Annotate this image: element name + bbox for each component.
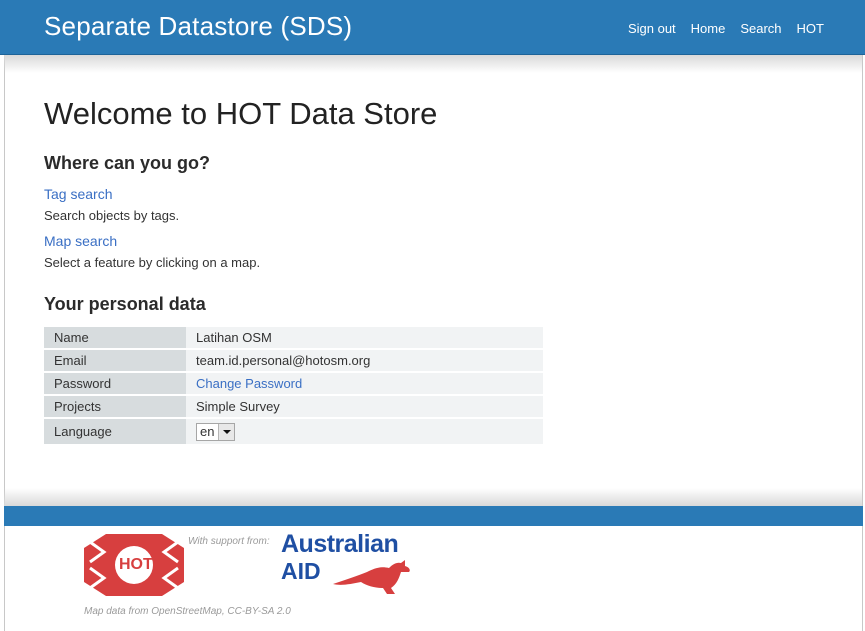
support-text: With support from: (188, 536, 270, 547)
tag-search-description: Search objects by tags. (44, 208, 180, 223)
footer-bar (4, 506, 863, 526)
personal-data-table: Name Latihan OSM Email team.id.personal@… (44, 325, 543, 446)
nav-home[interactable]: Home (691, 21, 726, 36)
table-row: Name Latihan OSM (44, 327, 543, 348)
change-password-link[interactable]: Change Password (196, 376, 302, 391)
ausaid-line1: Australian (281, 530, 399, 558)
nav-hot[interactable]: HOT (797, 21, 824, 36)
language-label: Language (44, 419, 186, 444)
email-value: team.id.personal@hotosm.org (186, 350, 543, 371)
where-heading: Where can you go? (44, 153, 211, 173)
ausaid-line2: AID (281, 558, 321, 584)
table-row: Email team.id.personal@hotosm.org (44, 350, 543, 371)
nav-links: Sign out Home Search HOT (628, 21, 824, 36)
language-cell: en (186, 419, 543, 444)
personal-data-heading: Your personal data (44, 294, 206, 314)
language-select[interactable]: en (196, 422, 236, 441)
top-navbar: Separate Datastore (SDS) Sign out Home S… (0, 0, 865, 55)
kangaroo-icon (333, 560, 410, 594)
projects-label: Projects (44, 396, 186, 417)
name-value: Latihan OSM (186, 327, 543, 348)
map-search-link[interactable]: Map search (44, 233, 117, 249)
footer-shadow (4, 488, 862, 506)
table-row: Projects Simple Survey (44, 396, 543, 417)
map-attribution: Map data from OpenStreetMap, CC-BY-SA 2.… (84, 606, 291, 617)
password-cell: Change Password (186, 373, 543, 394)
brand-title[interactable]: Separate Datastore (SDS) (44, 11, 352, 42)
page-title: Welcome to HOT Data Store (44, 96, 438, 131)
nav-sign-out[interactable]: Sign out (628, 21, 676, 36)
nav-search[interactable]: Search (740, 21, 781, 36)
language-selected-value: en (200, 424, 215, 439)
email-label: Email (44, 350, 186, 371)
header-shadow (4, 55, 862, 73)
name-label: Name (44, 327, 186, 348)
tag-search-link[interactable]: Tag search (44, 186, 112, 202)
chevron-down-icon[interactable] (218, 423, 235, 440)
table-row: Language en (44, 419, 543, 444)
hot-logo-text: HOT (119, 556, 153, 573)
table-row: Password Change Password (44, 373, 543, 394)
map-search-description: Select a feature by clicking on a map. (44, 255, 261, 270)
password-label: Password (44, 373, 186, 394)
projects-value: Simple Survey (186, 396, 543, 417)
